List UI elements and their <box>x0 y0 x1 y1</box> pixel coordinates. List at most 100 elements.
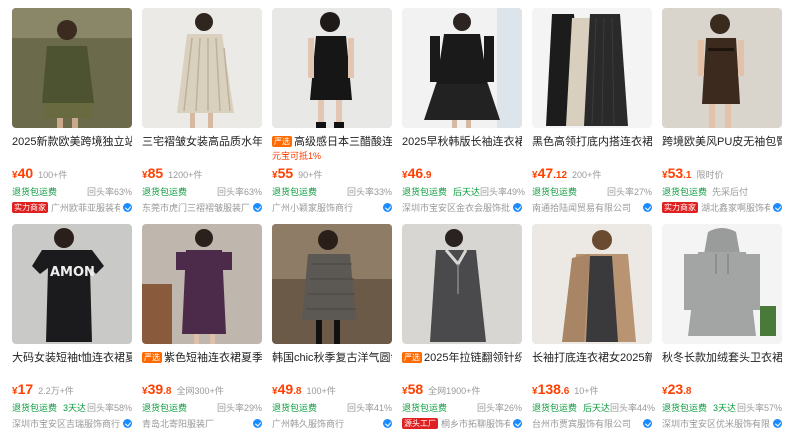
product-image[interactable]: AMON <box>12 224 132 344</box>
product-card[interactable]: 三宅褶皱女装高品质水年轮 ¥85 1200+件 退货包运费 回头率63% 东莞市虎门… <box>142 8 262 222</box>
product-title[interactable]: 大码女装短袖t恤连衣裙夏季 <box>12 351 132 365</box>
svg-text:AMON: AMON <box>50 265 95 280</box>
promo-text <box>272 366 392 378</box>
product-card[interactable]: 严选高级感日本三醋酸连衣 元宝可抵1% ¥5590+件 退货包运费回头率33% … <box>272 8 392 222</box>
shop-name[interactable]: 广州韩久服饰商行 <box>272 417 380 430</box>
product-image[interactable] <box>12 8 132 128</box>
product-image[interactable] <box>662 224 782 344</box>
product-title[interactable]: 三宅褶皱女装高品质水年轮 <box>142 135 262 149</box>
price: 40 <box>17 165 34 181</box>
shop-name[interactable]: 深圳市宝安区吉瑞服饰商行 <box>12 417 120 430</box>
sold-count: 90+件 <box>298 170 323 180</box>
strict-select-tag: 严选 <box>142 352 162 363</box>
chat-icon[interactable] <box>383 418 392 428</box>
product-title[interactable]: 秋冬长款加绒套头卫衣裙女 <box>662 351 782 365</box>
chat-icon[interactable] <box>773 202 782 212</box>
shop-name[interactable]: 深圳市宝安区优米服饰有限 <box>662 417 770 430</box>
sold-count: 全网1900+件 <box>428 386 481 396</box>
product-image[interactable] <box>402 224 522 344</box>
delivery-speed: 3天达 <box>713 402 737 413</box>
product-title[interactable]: 严选紫色短袖连衣裙夏季新 <box>142 351 262 365</box>
product-image[interactable] <box>272 224 392 344</box>
price-decimal: .9 <box>423 170 432 181</box>
promo-text <box>532 150 652 162</box>
product-image[interactable] <box>142 8 262 128</box>
promo-text <box>402 366 522 378</box>
product-card[interactable]: 黑色高领打底内搭连衣裙子 ¥47.12 200+件 退货包运费 回头率27% 南通拾… <box>532 8 652 222</box>
chat-icon[interactable] <box>773 418 782 428</box>
strict-select-tag: 严选 <box>402 352 422 363</box>
chat-icon[interactable] <box>253 418 262 428</box>
product-card[interactable]: 2025早秋韩版长袖连衣裙简 ¥46.9 退货包运费后天达回头率49% 深圳市宝… <box>402 8 526 222</box>
shipping-service: 退货包运费 <box>142 186 188 197</box>
product-card[interactable]: 严选2025年拉链翻领针织连 ¥58全网1900+件 退货包运费回头率26% 源… <box>402 224 522 438</box>
sold-count: 1200+件 <box>168 170 203 180</box>
shipping-service: 退货包运费 <box>12 186 58 197</box>
product-image[interactable] <box>272 8 392 128</box>
shop-name[interactable]: 广州欧菲亚服装有 <box>51 201 120 214</box>
product-title[interactable]: 黑色高领打底内搭连衣裙子 <box>532 135 652 149</box>
product-card[interactable]: 韩国chic秋季复古洋气圆领 ¥49.8 100+件 退货包运费 回头率41% 广州… <box>272 224 392 438</box>
product-card[interactable]: 严选紫色短袖连衣裙夏季新 ¥39.8全网300+件 退货包运费回头率29% 青岛… <box>142 224 262 438</box>
seller-badge: 实力商家 <box>662 201 698 213</box>
repurchase-rate: 回头率44% <box>610 402 656 413</box>
shop-name[interactable]: 青岛北寄阳服装厂 <box>142 417 250 430</box>
product-title[interactable]: 跨境欧美风PU皮无袖包臀连 <box>662 135 782 149</box>
chat-icon[interactable] <box>123 418 132 428</box>
shop-name[interactable]: 东莞市虎门三褶褶皱服装厂 <box>142 201 250 214</box>
sold-count: 2.2万+件 <box>38 386 74 396</box>
price: 85 <box>147 165 164 181</box>
repurchase-rate: 回头率58% <box>86 402 132 413</box>
price: 46 <box>407 165 424 181</box>
promo-text <box>402 150 522 162</box>
price: 58 <box>407 381 424 397</box>
shipping-service: 退货包运费 <box>402 402 448 413</box>
shop-name[interactable]: 桐乡市拓聊服饰有 <box>441 417 510 430</box>
promo-text: 元宝可抵1% <box>272 151 322 161</box>
shipping-service: 退货包运费 <box>662 402 708 413</box>
shop-name[interactable]: 台州市贾宾服饰有限公司 <box>532 417 640 430</box>
price-decimal: .8 <box>293 386 302 397</box>
product-image[interactable] <box>142 224 262 344</box>
chat-icon[interactable] <box>643 202 652 212</box>
shop-name[interactable]: 南通拾陆闻贸易有限公司 <box>532 201 640 214</box>
price-decimal: .1 <box>683 170 692 181</box>
product-card[interactable]: 秋冬长款加绒套头卫衣裙女 ¥23.8 退货包运费 3天达 回头率57% 深圳市宝安区… <box>662 224 782 438</box>
shop-name[interactable]: 广州小颖家服饰商行 <box>272 201 380 214</box>
promo-text <box>532 366 652 378</box>
sold-count: 全网300+件 <box>176 386 224 396</box>
product-card[interactable]: AMON 大码女装短袖t恤连衣裙夏季 ¥172.2万+件 退货包运费3天达回头率… <box>12 224 132 438</box>
chat-icon[interactable] <box>643 418 652 428</box>
chat-icon[interactable] <box>123 202 132 212</box>
product-card[interactable]: 跨境欧美风PU皮无袖包臀连 ¥53.1限时价 退货包运费先采后付 实力商家湖北鑫… <box>662 8 782 222</box>
product-card[interactable]: 长袖打底连衣裙女2025新款 ¥138.610+件 退货包运费后天达回头率44%… <box>532 224 656 438</box>
delivery-speed: 后天达 <box>453 186 481 197</box>
product-title[interactable]: 2025新款欧美跨境独立站高 <box>12 135 132 149</box>
price-decimal: .8 <box>163 386 172 397</box>
shipping-service: 退货包运费 <box>662 186 708 197</box>
price-decimal: .8 <box>683 386 692 397</box>
chat-icon[interactable] <box>513 418 522 428</box>
chat-icon[interactable] <box>253 202 262 212</box>
delivery-speed: 后天达 <box>583 402 611 413</box>
sold-count: 100+件 <box>306 386 336 396</box>
shipping-service: 退货包运费 <box>532 402 578 413</box>
product-image[interactable] <box>532 8 652 128</box>
product-title[interactable]: 2025早秋韩版长袖连衣裙简 <box>402 135 522 149</box>
product-image[interactable] <box>662 8 782 128</box>
product-title[interactable]: 严选高级感日本三醋酸连衣 <box>272 135 392 149</box>
product-title[interactable]: 长袖打底连衣裙女2025新款 <box>532 351 652 365</box>
shop-name[interactable]: 深圳市宝安区金衣会服饰批 <box>402 201 510 214</box>
chat-icon[interactable] <box>383 202 392 212</box>
delivery-speed: 3天达 <box>63 402 87 413</box>
chat-icon[interactable] <box>513 202 522 212</box>
repurchase-rate: 回头率49% <box>480 186 526 197</box>
product-title[interactable]: 严选2025年拉链翻领针织连 <box>402 351 522 365</box>
product-image[interactable] <box>532 224 652 344</box>
promo-text <box>662 366 782 378</box>
product-card[interactable]: 2025新款欧美跨境独立站高 ¥40100+件 退货包运费回头率63% 实力商家… <box>12 8 132 222</box>
product-title[interactable]: 韩国chic秋季复古洋气圆领 <box>272 351 392 365</box>
shipping-service: 退货包运费 <box>272 186 318 197</box>
shop-name[interactable]: 湖北鑫家啊服饰有 <box>701 201 770 214</box>
product-image[interactable] <box>402 8 522 128</box>
